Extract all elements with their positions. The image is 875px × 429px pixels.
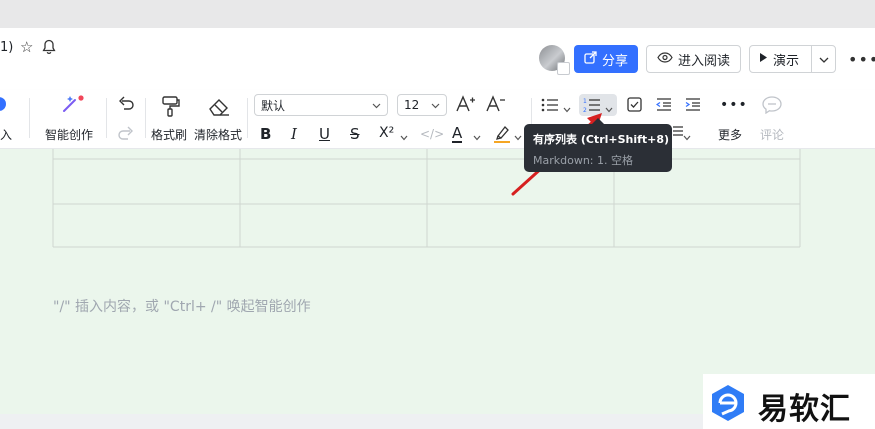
italic-button[interactable]: I	[291, 125, 297, 143]
insert-label[interactable]: 入	[0, 126, 12, 143]
insert-circle-icon[interactable]	[0, 96, 7, 115]
clear-format-label[interactable]: 清除格式	[194, 126, 242, 143]
eraser-icon[interactable]	[207, 96, 231, 119]
present-label: 演示	[773, 53, 800, 69]
toolbar-divider	[145, 98, 146, 138]
more-tools-icon[interactable]: •••	[720, 97, 748, 113]
format-brush-label[interactable]: 格式刷	[151, 126, 187, 143]
star-icon[interactable]: ☆	[20, 38, 33, 56]
comment-icon[interactable]	[762, 96, 782, 117]
document-header	[0, 28, 875, 90]
bell-icon[interactable]	[42, 39, 56, 58]
magic-wand-icon[interactable]	[60, 95, 86, 116]
font-family-select[interactable]: 默认	[254, 94, 388, 116]
svg-text:1: 1	[583, 98, 587, 105]
chevron-down-icon[interactable]	[400, 130, 408, 144]
toolbar-divider	[247, 98, 248, 138]
present-dropdown[interactable]	[812, 52, 835, 67]
font-family-value: 默认	[261, 98, 286, 113]
redo-icon[interactable]	[118, 126, 134, 143]
format-brush-icon[interactable]	[160, 95, 182, 120]
toolbar-divider	[29, 98, 30, 138]
document-title-fragment[interactable]: 1)	[0, 40, 13, 55]
font-color-button[interactable]: A	[452, 125, 463, 143]
font-size-value: 12	[404, 98, 420, 112]
more-options-icon[interactable]: •••	[848, 50, 875, 69]
share-button[interactable]: 分享	[574, 45, 638, 73]
strikethrough-button[interactable]: S	[350, 125, 360, 143]
editor-placeholder[interactable]: "/" 插入内容，或 "Ctrl+ /" 唤起智能创作	[53, 296, 311, 316]
more-tools-label[interactable]: 更多	[718, 126, 742, 143]
undo-icon[interactable]	[118, 96, 134, 113]
share-button-label: 分享	[601, 53, 628, 69]
increase-font-size-icon[interactable]	[456, 95, 476, 116]
chevron-down-icon	[819, 52, 829, 67]
bold-button[interactable]: B	[260, 125, 271, 143]
chevron-down-icon	[372, 98, 381, 112]
share-icon	[584, 50, 597, 68]
chevron-down-icon	[431, 98, 440, 112]
eye-icon	[657, 51, 673, 67]
avatar-badge	[557, 62, 570, 75]
superscript-button[interactable]: X²	[379, 125, 394, 141]
toolbar-divider	[106, 98, 107, 138]
watermark-text: 易软汇	[758, 392, 851, 427]
decrease-font-size-icon[interactable]	[486, 95, 506, 116]
present-button-group: 演示	[749, 45, 836, 73]
tooltip-subtitle: Markdown: 1. 空格	[533, 154, 633, 167]
inline-code-button[interactable]: </>	[420, 127, 444, 141]
watermark-logo-icon	[708, 383, 748, 426]
checkbox-list-icon[interactable]	[627, 97, 642, 115]
indent-icon[interactable]	[685, 98, 701, 114]
ai-create-label[interactable]: 智能创作	[45, 126, 93, 143]
tooltip-title: 有序列表 (Ctrl+Shift+8)	[533, 133, 670, 146]
chevron-down-icon[interactable]	[683, 130, 691, 144]
underline-button[interactable]: U	[319, 125, 330, 143]
chevron-down-icon[interactable]	[473, 130, 481, 144]
ordered-list-tooltip: 有序列表 (Ctrl+Shift+8) Markdown: 1. 空格	[524, 124, 672, 172]
font-size-select[interactable]: 12	[397, 94, 447, 116]
present-button[interactable]: 演示	[750, 46, 812, 72]
read-mode-label: 进入阅读	[677, 53, 730, 69]
play-icon	[759, 52, 768, 67]
window-top-bar	[0, 0, 875, 28]
comment-label[interactable]: 评论	[760, 126, 784, 143]
read-mode-button[interactable]: 进入阅读	[646, 45, 741, 73]
outdent-icon[interactable]	[655, 98, 672, 114]
